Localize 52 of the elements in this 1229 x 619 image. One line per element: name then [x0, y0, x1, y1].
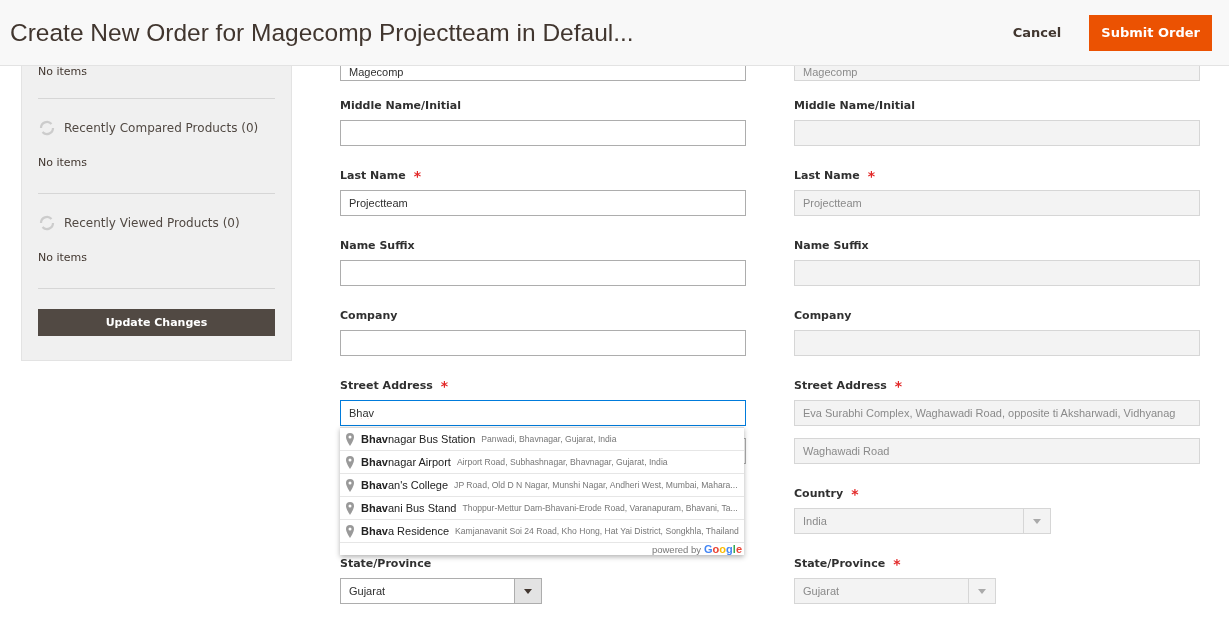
required-mark: * [413, 167, 421, 185]
required-mark: * [894, 377, 903, 395]
suggestion-item[interactable]: Bhavnagar Bus Station Panwadi, Bhavnagar, Gujarat, India [340, 428, 744, 451]
submit-order-button[interactable]: Submit Order [1089, 14, 1212, 51]
caret-icon [978, 588, 986, 594]
field-label: Company [794, 308, 852, 324]
caret-icon [524, 588, 532, 594]
suggestion-item[interactable]: Bhavani Bus Stand Thoppur-Mettur Dam-Bhavani-Erode Road, Varanapuram, Bhavani, Ta... [340, 497, 744, 520]
section-title: Recently Compared Products (0) [64, 121, 259, 135]
empty-text: No items [38, 66, 275, 99]
pin-icon [345, 501, 355, 515]
empty-text: No items [38, 155, 89, 171]
refresh-icon [38, 214, 56, 232]
update-changes-button[interactable]: Update Changes [38, 309, 275, 336]
field-label: State/Province [340, 556, 432, 572]
field-label: Name Suffix [340, 238, 415, 254]
field-label: Middle Name/Initial [794, 98, 915, 114]
required-mark: * [893, 555, 901, 573]
empty-text: No items [38, 250, 89, 266]
required-mark: * [867, 167, 875, 185]
pin-icon [345, 524, 355, 538]
pin-icon [345, 432, 355, 446]
field-label: Middle Name/Initial [340, 98, 461, 114]
dropdown-select[interactable]: Gujarat [340, 578, 542, 604]
section-title: Recently Viewed Products (0) [64, 216, 240, 230]
field-label: Country [794, 486, 844, 502]
field-label: Last Name [794, 168, 860, 184]
field-label: Company [340, 308, 398, 324]
caret-icon [1033, 518, 1041, 524]
input-field[interactable]: Projectteam [340, 190, 746, 216]
field-label: Street Address [794, 378, 887, 394]
field-label: Name Suffix [794, 238, 869, 254]
input-field[interactable] [340, 120, 746, 146]
input-field[interactable]: Magecomp [340, 66, 746, 81]
google-logo: Google [704, 543, 742, 555]
required-mark: * [851, 485, 859, 503]
pin-icon [345, 455, 355, 469]
input-field[interactable]: Bhav [340, 400, 746, 426]
pin-icon [345, 478, 355, 492]
suggestion-item[interactable]: Bhavnagar Airport Airport Road, Subhashnagar, Bhavnagar, Gujarat, India [340, 451, 744, 474]
input-field[interactable] [340, 260, 746, 286]
suggestion-item[interactable]: Bhavan's College JP Road, Old D N Nagar, Munshi Nagar, Andheri West, Mumbai, Mahara... [340, 474, 744, 497]
field-label: State/Province [794, 556, 886, 572]
suggestion-item[interactable]: Bhava Residence Kamjanavanit Soi 24 Road, Kho Hong, Hat Yai District, Songkhla, Thailand [340, 520, 744, 543]
field-label: Last Name [340, 168, 406, 184]
cancel-button[interactable]: Cancel [1008, 21, 1066, 44]
refresh-icon [38, 119, 56, 137]
page-title: Create New Order for Magecomp Projectteam in Defaul... [10, 18, 635, 47]
required-mark: * [440, 377, 449, 395]
field-label: Street Address [340, 378, 433, 394]
input-field[interactable] [340, 330, 746, 356]
powered-by-text: powered by [651, 543, 702, 555]
